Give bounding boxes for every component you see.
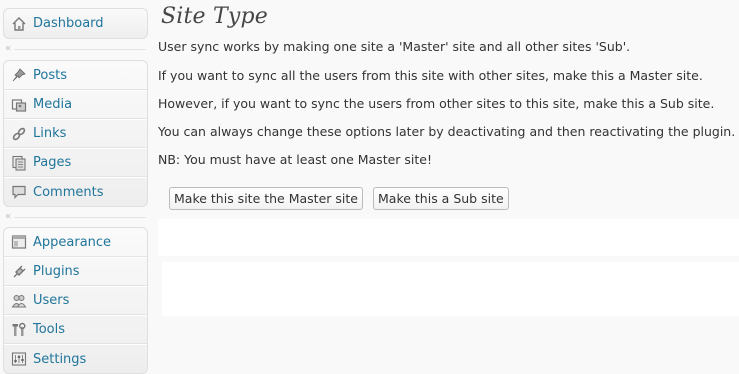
collapse-arrow-icon[interactable]: « [5, 212, 11, 222]
menu-item-appearance[interactable]: Appearance [4, 228, 147, 257]
menu-group-content: Posts Media Links Pages Comments [3, 60, 148, 207]
intro-paragraph: User sync works by making one site a 'Ma… [158, 39, 631, 54]
home-icon [10, 15, 28, 33]
menu-item-pages[interactable]: Pages [4, 148, 147, 177]
menu-item-comments[interactable]: Comments [4, 177, 147, 206]
make-master-button[interactable]: Make this site the Master site [169, 187, 363, 210]
nb-note: NB: You must have at least one Master si… [158, 152, 432, 167]
menu-item-tools[interactable]: Tools [4, 315, 147, 344]
tools-icon [10, 321, 28, 339]
menu-separator [14, 49, 146, 50]
sub-explanation: However, if you want to sync the users f… [158, 96, 715, 111]
collapse-arrow-icon[interactable]: « [5, 44, 11, 54]
page-title: Site Type [161, 4, 268, 29]
comment-icon [10, 183, 28, 201]
appearance-icon [10, 233, 28, 251]
menu-label-pages: Pages [33, 155, 72, 170]
menu-label-comments: Comments [33, 184, 104, 200]
menu-label-settings: Settings [33, 351, 87, 367]
change-later-note: You can always change these options late… [158, 124, 736, 139]
link-icon [10, 125, 28, 143]
content-panel-bottom [162, 262, 739, 316]
make-sub-button[interactable]: Make this a Sub site [373, 187, 509, 210]
menu-label-plugins: Plugins [33, 264, 80, 279]
menu-group-admin: Appearance Plugins Users Tools Settings [3, 227, 148, 374]
master-explanation: If you want to sync all the users from t… [158, 68, 703, 83]
menu-label-media: Media [33, 97, 73, 112]
menu-label-appearance: Appearance [33, 234, 112, 250]
menu-label-posts: Posts [33, 67, 67, 83]
menu-separator [14, 217, 146, 218]
content-panel-top [158, 219, 739, 256]
menu-item-links[interactable]: Links [4, 119, 147, 148]
media-icon [10, 96, 28, 114]
settings-icon [10, 350, 28, 368]
menu-item-posts[interactable]: Posts [4, 61, 147, 90]
menu-label-dashboard: Dashboard [33, 16, 104, 31]
menu-item-dashboard[interactable]: Dashboard [4, 9, 147, 38]
menu-item-users[interactable]: Users [4, 286, 147, 315]
menu-item-plugins[interactable]: Plugins [4, 257, 147, 286]
menu-label-tools: Tools [33, 322, 66, 337]
menu-item-settings[interactable]: Settings [4, 344, 147, 373]
menu-group-dashboard: Dashboard [3, 8, 148, 39]
pages-icon [10, 154, 28, 172]
pushpin-icon [10, 66, 28, 84]
menu-item-media[interactable]: Media [4, 90, 147, 119]
plugin-icon [10, 263, 28, 281]
menu-label-users: Users [33, 293, 70, 308]
users-icon [10, 292, 28, 310]
menu-label-links: Links [33, 126, 67, 141]
